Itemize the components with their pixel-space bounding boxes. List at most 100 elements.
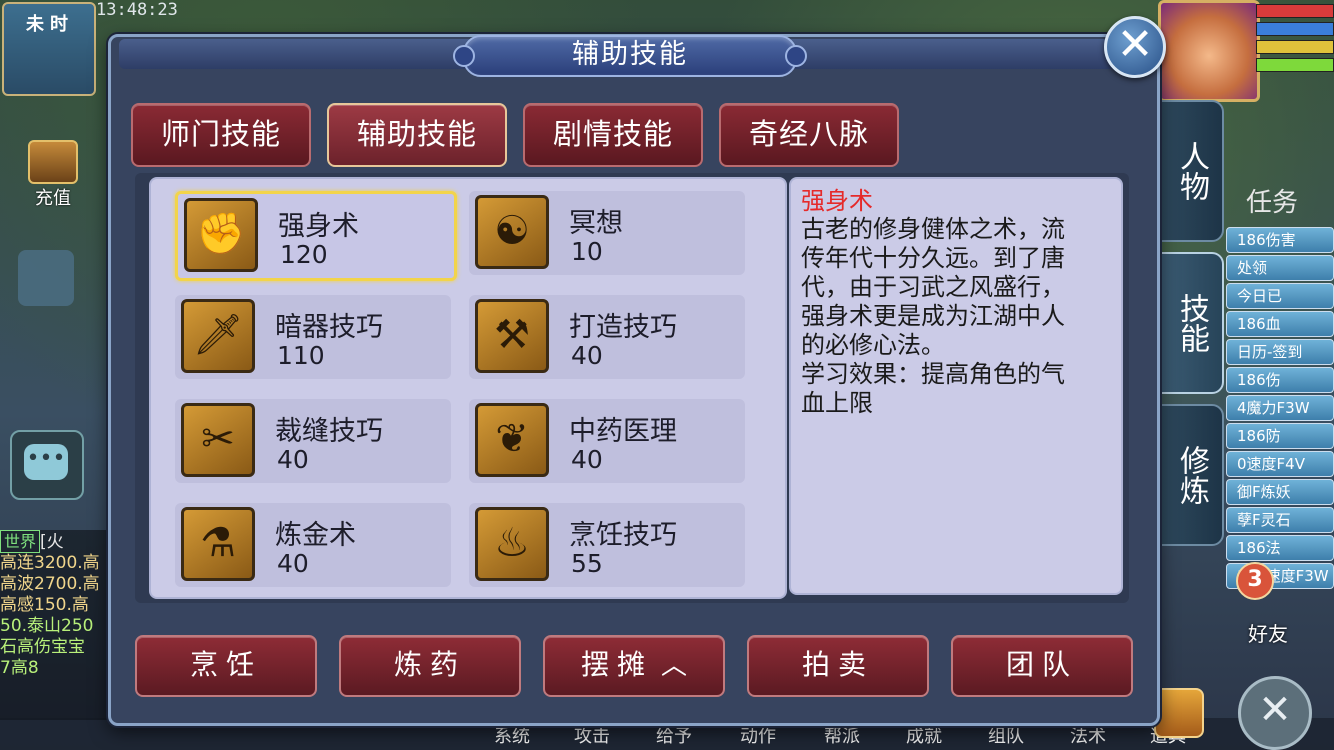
- skill-name: 烹饪技巧: [569, 520, 677, 551]
- skills-list-panel: ✊ 强身术 120 ☯ 冥想 10 🗡 暗器技巧 110 ⚒ 打造技巧 40 ✂: [149, 177, 787, 599]
- quest-row[interactable]: 186血: [1226, 311, 1334, 337]
- friends-button[interactable]: 好友: [1248, 618, 1288, 647]
- player-status-bars: [1256, 4, 1334, 76]
- expand-icon[interactable]: [18, 250, 74, 306]
- skill-level: 120: [280, 240, 328, 269]
- tab-school-skills[interactable]: 师门技能: [131, 103, 311, 167]
- skill-slot-alchemy[interactable]: ⚗ 炼金术 40: [175, 503, 451, 587]
- chat-bubble-icon: •••: [24, 444, 68, 480]
- meditation-icon: ☯: [475, 195, 549, 269]
- description-line: 代，由于习武之风盛行，: [801, 273, 1065, 301]
- description-line: 强身术更是成为江湖中人: [801, 302, 1065, 330]
- skill-slot-hidden-weapons[interactable]: 🗡 暗器技巧 110: [175, 295, 451, 379]
- chat-panel[interactable]: 世界 [火 高连3200.高 高波2700.高 高感150.高 50.泰山250 …: [0, 530, 112, 720]
- side-tab-label: 修炼: [1174, 445, 1209, 505]
- cook-label: 烹饪: [189, 648, 262, 681]
- side-tab-skills[interactable]: 技能: [1158, 252, 1224, 394]
- skill-name: 炼金术: [275, 520, 356, 551]
- cooking-icon: ♨: [475, 507, 549, 581]
- task-label[interactable]: 任务: [1246, 182, 1334, 219]
- quest-row[interactable]: 御F炼妖: [1226, 479, 1334, 505]
- stall-label: 摆摊: [580, 648, 653, 681]
- hammer-icon: ⚒: [475, 299, 549, 373]
- skill-description-panel: 强身术 古老的修身健体之术，流 传年代十分久远。到了唐 代，由于习武之风盛行， …: [789, 177, 1123, 595]
- refine-medicine-label: 炼药: [393, 648, 466, 681]
- side-tab-character[interactable]: 人物: [1158, 100, 1224, 242]
- cook-button[interactable]: 烹饪: [135, 635, 317, 697]
- player-avatar[interactable]: [1158, 0, 1260, 102]
- herb-icon: ❦: [475, 403, 549, 477]
- quest-row[interactable]: 4魔力F3W: [1226, 395, 1334, 421]
- dialog-content-area: ✊ 强身术 120 ☯ 冥想 10 🗡 暗器技巧 110 ⚒ 打造技巧 40 ✂: [135, 173, 1129, 603]
- chat-prefix: [火: [40, 532, 64, 552]
- chat-line: 7高8: [0, 658, 39, 678]
- tab-meridians[interactable]: 奇经八脉: [719, 103, 899, 167]
- skill-level: 40: [277, 445, 309, 474]
- recharge-label: 充值: [35, 188, 71, 209]
- quest-row[interactable]: 186防: [1226, 423, 1334, 449]
- quest-row[interactable]: 186伤害: [1226, 227, 1334, 253]
- skill-name: 中药医理: [569, 416, 677, 447]
- close-dialog-button[interactable]: ✕: [1104, 16, 1166, 78]
- quest-row[interactable]: 处领: [1226, 255, 1334, 281]
- team-button[interactable]: 团队: [951, 635, 1133, 697]
- skill-slot-strength[interactable]: ✊ 强身术 120: [175, 191, 457, 281]
- skill-level: 10: [571, 237, 603, 266]
- side-tab-label: 技能: [1174, 293, 1209, 353]
- side-tab-cultivation[interactable]: 修炼: [1158, 404, 1224, 546]
- skill-slot-meditation[interactable]: ☯ 冥想 10: [469, 191, 745, 275]
- skill-level: 40: [571, 445, 603, 474]
- skill-slot-cooking[interactable]: ♨ 烹饪技巧 55: [469, 503, 745, 587]
- description-line: 学习效果：提高角色的气: [801, 360, 1065, 388]
- chat-line: 50.泰山250: [0, 616, 94, 636]
- tab-auxiliary-skills[interactable]: 辅助技能: [327, 103, 507, 167]
- skill-level: 40: [277, 549, 309, 578]
- quest-row[interactable]: 186法: [1226, 535, 1334, 561]
- recharge-button[interactable]: 充值: [18, 140, 88, 210]
- description-line: 传年代十分久远。到了唐: [801, 244, 1065, 272]
- treasure-chest-icon: [28, 140, 78, 184]
- chat-line: 高连3200.高: [0, 553, 100, 573]
- scissors-icon: ✂: [181, 403, 255, 477]
- anger-bar: [1256, 40, 1334, 54]
- description-line: 血上限: [801, 389, 873, 417]
- stall-button[interactable]: 摆摊 ︿: [543, 635, 725, 697]
- action-buttons: 烹饪 炼药 摆摊 ︿ 拍卖 团队: [135, 635, 1135, 699]
- refine-medicine-button[interactable]: 炼药: [339, 635, 521, 697]
- chat-button[interactable]: •••: [10, 430, 84, 500]
- quest-row[interactable]: 0速度F4V: [1226, 451, 1334, 477]
- auction-label: 拍卖: [801, 648, 874, 681]
- auction-button[interactable]: 拍卖: [747, 635, 929, 697]
- item-bag-icon[interactable]: [1154, 688, 1204, 738]
- close-menu-icon[interactable]: ✕: [1238, 676, 1312, 750]
- quest-row[interactable]: 186伤: [1226, 367, 1334, 393]
- skill-slot-tailoring[interactable]: ✂ 裁缝技巧 40: [175, 399, 451, 483]
- chat-line: 高波2700.高: [0, 574, 100, 594]
- skill-name: 打造技巧: [569, 312, 677, 343]
- skill-name: 冥想: [569, 208, 623, 239]
- team-label: 团队: [1005, 648, 1078, 681]
- skill-level: 40: [571, 341, 603, 370]
- description-line: 的必修心法。: [801, 331, 945, 359]
- quest-row[interactable]: 孽F灵石: [1226, 507, 1334, 533]
- quest-row[interactable]: 日历-签到: [1226, 339, 1334, 365]
- skill-level: 55: [571, 549, 603, 578]
- quest-tracker[interactable]: 任务 186伤害 处领 今日已 186血 日历-签到 186伤 4魔力F3W 1…: [1226, 180, 1334, 591]
- description-line: 古老的修身健体之术，流: [801, 215, 1065, 243]
- skill-level: 110: [277, 341, 325, 370]
- skill-slot-forging[interactable]: ⚒ 打造技巧 40: [469, 295, 745, 379]
- tab-story-skills[interactable]: 剧情技能: [523, 103, 703, 167]
- auxiliary-skills-dialog: 辅助技能 师门技能 辅助技能 剧情技能 奇经八脉 ✊ 强身术 120 ☯ 冥想 …: [108, 34, 1160, 726]
- quest-row[interactable]: 今日已: [1226, 283, 1334, 309]
- chat-channel-world[interactable]: 世界: [0, 530, 41, 553]
- time-of-day-label: 未时: [26, 14, 74, 35]
- side-tabs: 人物 技能 修炼: [1158, 100, 1224, 556]
- fist-icon: ✊: [184, 198, 258, 272]
- time-of-day-badge[interactable]: 未时: [2, 2, 96, 96]
- skill-slot-medicine[interactable]: ❦ 中药医理 40: [469, 399, 745, 483]
- description-title: 强身术: [801, 187, 873, 215]
- dialog-title: 辅助技能: [453, 35, 807, 77]
- skill-name: 暗器技巧: [275, 312, 383, 343]
- side-tab-label: 人物: [1174, 141, 1209, 201]
- friends-notification-badge: 3: [1236, 562, 1274, 600]
